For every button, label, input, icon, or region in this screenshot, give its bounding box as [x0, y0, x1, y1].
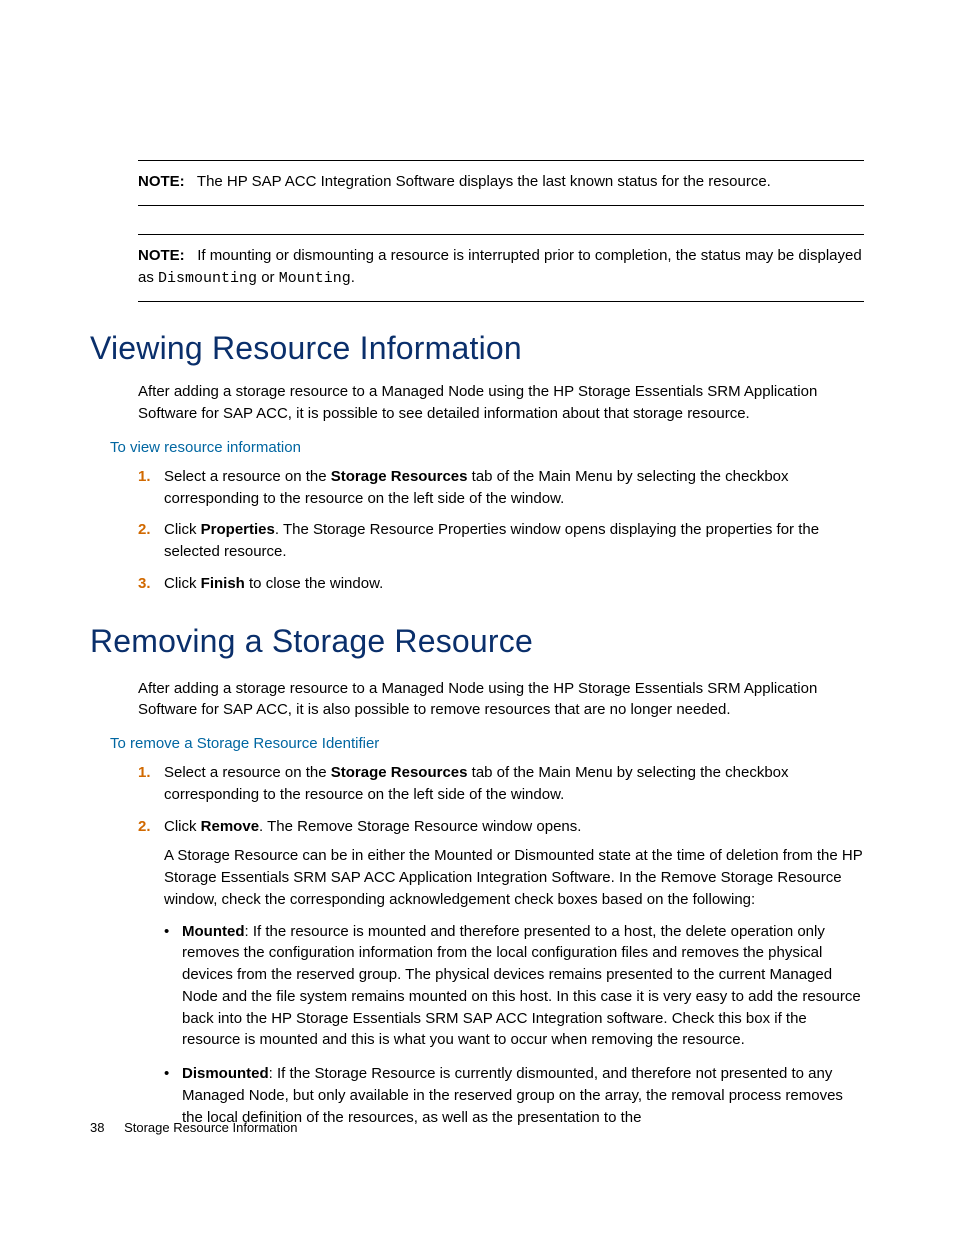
bold-remove: Remove: [201, 818, 259, 835]
step-3: Click Finish to close the window.: [138, 573, 864, 595]
note-box-2: NOTE: If mounting or dismounting a resou…: [138, 234, 864, 303]
bold-storage-resources: Storage Resources: [331, 468, 468, 485]
bold-dismounted: Dismounted: [182, 1065, 269, 1082]
page-footer: 38 Storage Resource Information: [90, 1120, 298, 1135]
code-mounting: Mounting: [279, 270, 351, 287]
heading-viewing-resource-information: Viewing Resource Information: [90, 330, 864, 367]
note-label: NOTE:: [138, 247, 185, 264]
bold-finish: Finish: [201, 575, 245, 592]
steps-view-resource: Select a resource on the Storage Resourc…: [138, 466, 864, 595]
bold-storage-resources: Storage Resources: [331, 764, 468, 781]
sub-heading-remove-resource: To remove a Storage Resource Identifier: [110, 735, 864, 752]
code-dismounting: Dismounting: [158, 270, 257, 287]
note-2-tail: .: [351, 269, 355, 286]
bold-properties: Properties: [201, 521, 275, 538]
bullet-dismounted: Dismounted: If the Storage Resource is c…: [164, 1063, 864, 1128]
step-2: Click Properties. The Storage Resource P…: [138, 519, 864, 563]
section2-paragraph: After adding a storage resource to a Man…: [138, 678, 864, 722]
bold-mounted: Mounted: [182, 923, 244, 940]
page-number: 38: [90, 1120, 104, 1135]
note-1-text: NOTE: The HP SAP ACC Integration Softwar…: [138, 171, 864, 193]
footer-title: Storage Resource Information: [124, 1120, 297, 1135]
heading-removing-storage-resource: Removing a Storage Resource: [90, 623, 864, 660]
step-2-extra: A Storage Resource can be in either the …: [164, 845, 864, 910]
step-1: Select a resource on the Storage Resourc…: [138, 762, 864, 806]
steps-remove-resource: Select a resource on the Storage Resourc…: [138, 762, 864, 1128]
note-2-mid: or: [257, 269, 279, 286]
sub-heading-view-resource: To view resource information: [110, 439, 864, 456]
note-label: NOTE:: [138, 173, 185, 190]
note-box-1: NOTE: The HP SAP ACC Integration Softwar…: [138, 160, 864, 206]
bullet-mounted: Mounted: If the resource is mounted and …: [164, 921, 864, 1052]
note-2-text: NOTE: If mounting or dismounting a resou…: [138, 245, 864, 290]
step-2: Click Remove. The Remove Storage Resourc…: [138, 816, 864, 1129]
bullet-list: Mounted: If the resource is mounted and …: [164, 921, 864, 1129]
note-1-body: The HP SAP ACC Integration Software disp…: [197, 173, 771, 190]
step-1: Select a resource on the Storage Resourc…: [138, 466, 864, 510]
section1-paragraph: After adding a storage resource to a Man…: [138, 381, 864, 425]
